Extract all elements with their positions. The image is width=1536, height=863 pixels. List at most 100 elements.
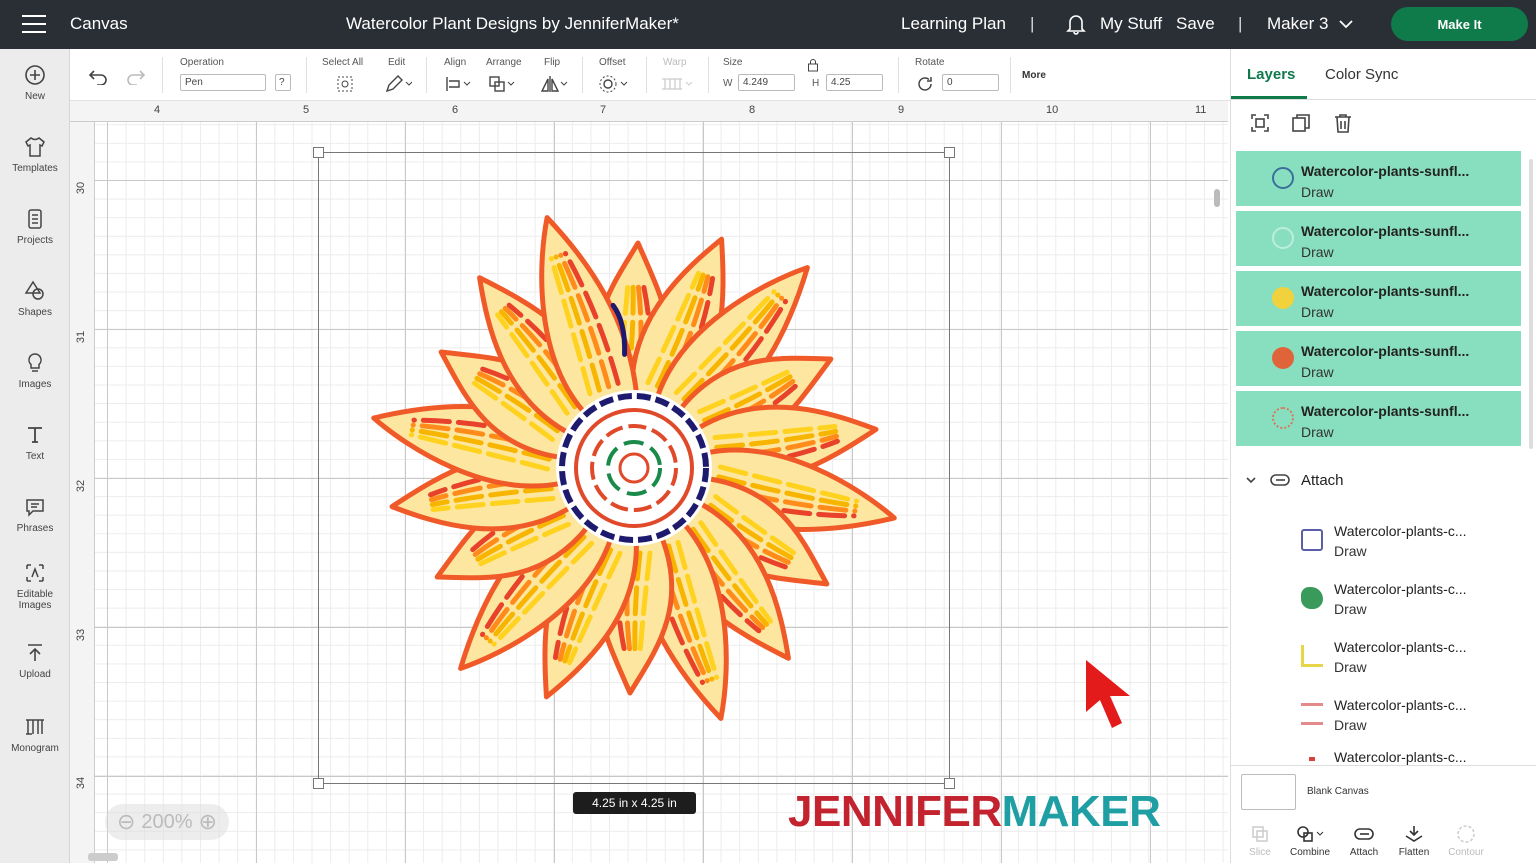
flip-label: Flip [544,57,561,68]
nav-projects[interactable]: Projects [0,207,70,246]
layer-item[interactable]: Watercolor-plants-c... Draw [1231,631,1531,689]
rotate-input[interactable]: 0 [942,74,999,91]
flatten-button[interactable]: Flatten [1389,824,1439,858]
nav-new[interactable]: New [0,63,70,102]
pencil-icon[interactable] [384,74,412,94]
nav-label: Phrases [16,523,54,534]
flip-icon[interactable] [540,74,568,94]
offset-label: Offset [599,57,626,68]
plus-circle-icon [25,65,45,85]
nav-monogram[interactable]: Monogram [0,715,70,754]
nav-editable-images[interactable]: Editable Images [0,561,70,611]
blank-canvas-swatch[interactable] [1241,774,1296,810]
align-icon[interactable] [444,74,472,94]
ruler-tick: 10 [1046,104,1059,116]
nav-templates[interactable]: Templates [0,135,70,174]
more-menu[interactable]: More [1022,70,1046,81]
save-button[interactable]: Save [1176,14,1215,34]
chevron-down-icon[interactable] [1338,16,1354,32]
nav-upload[interactable]: Upload [0,641,70,680]
select-all-icon[interactable] [335,74,355,94]
layer-item[interactable]: Watercolor-plants-c... Draw [1231,689,1531,747]
layer-item[interactable]: Watercolor-plants-c... Draw [1231,515,1531,573]
layer-name: Watercolor-plants-c... [1334,639,1467,655]
nav-phrases[interactable]: Phrases [0,495,70,534]
layer-item[interactable]: Watercolor-plants-c... Draw [1231,573,1531,631]
warp-icon [662,78,693,90]
zoom-control[interactable]: ⊖ 200% ⊕ [105,804,229,840]
vertical-scrollbar[interactable] [1214,189,1220,207]
layer-thumbnail [1309,757,1315,761]
selection-box[interactable] [313,147,955,789]
attach-group[interactable]: Attach [1231,467,1531,497]
layer-item[interactable]: Watercolor-plants-sunfl... Draw [1236,211,1521,268]
panel-footer: Blank Canvas Slice Combine Attach Flatte… [1231,765,1536,863]
speech-bubble-icon [26,499,44,517]
layer-type: Draw [1301,424,1334,440]
toolbar-divider [582,57,583,93]
undo-icon[interactable] [88,69,108,85]
tab-color-sync[interactable]: Color Sync [1325,66,1398,83]
offset-icon[interactable] [598,74,630,94]
resize-handle[interactable] [313,147,324,158]
make-it-button[interactable]: Make It [1391,7,1528,41]
design-canvas[interactable]: 4 5 6 7 8 9 10 11 30 31 32 33 34 4.25 in… [70,101,1228,863]
rotate-icon[interactable] [915,74,935,94]
nav-shapes[interactable]: Shapes [0,279,70,318]
attach-icon [1354,828,1374,840]
redo-icon[interactable] [126,69,146,85]
layer-name: Watercolor-plants-sunfl... [1301,403,1470,419]
width-input[interactable]: 4.249 [738,74,795,91]
resize-handle[interactable] [944,147,955,158]
layer-item[interactable]: Watercolor-plants-sunfl... Draw [1236,331,1521,388]
upload-icon [28,644,42,661]
panel-scrollbar[interactable] [1529,159,1533,449]
nav-text[interactable]: Text [0,423,70,462]
shapes-icon [24,280,44,300]
attach-button[interactable]: Attach [1339,824,1389,858]
menu-icon[interactable] [22,15,46,33]
layers-panel: Layers Color Sync Watercolor-plants-sunf… [1230,49,1536,863]
layer-item[interactable]: Watercolor-plants-sunfl... Draw [1236,271,1521,328]
layer-name: Watercolor-plants-c... [1334,523,1467,539]
top-bar: Canvas Watercolor Plant Designs by Jenni… [0,0,1536,49]
trash-icon[interactable] [1332,112,1354,134]
brand-watermark: JENNIFERMAKER [788,787,1161,837]
operation-select[interactable]: Pen [180,74,266,91]
help-button[interactable]: ? [275,74,291,91]
height-input[interactable]: 4.25 [826,74,883,91]
zoom-in-icon[interactable]: ⊕ [199,809,217,835]
lock-icon[interactable] [807,58,819,72]
zoom-out-icon[interactable]: ⊖ [117,809,135,835]
tab-layers[interactable]: Layers [1247,66,1295,83]
layer-item[interactable]: Watercolor-plants-sunfl... Draw [1236,391,1521,448]
contour-button: Contour [1441,824,1491,858]
nav-images[interactable]: Images [0,351,70,390]
horizontal-ruler: 4 5 6 7 8 9 10 11 [70,101,1228,122]
toolbar-divider [708,57,709,93]
learning-plan-link[interactable]: Learning Plan [901,14,1006,34]
nav-label: Editable [16,589,54,600]
layer-type: Draw [1301,244,1334,260]
bell-icon[interactable] [1066,13,1086,35]
tab-divider [1231,99,1536,100]
group-icon[interactable] [1249,112,1271,134]
group-label: Attach [1301,472,1344,489]
slice-button: Slice [1235,824,1285,858]
machine-selector[interactable]: Maker 3 [1267,14,1328,34]
resize-handle[interactable] [313,778,324,789]
arrange-icon[interactable] [488,74,516,94]
layer-thumbnail [1301,645,1323,667]
layer-item[interactable]: Watercolor-plants-sunfl... Draw [1236,151,1521,208]
layer-type: Draw [1334,659,1367,675]
ruler-tick: 32 [75,479,88,493]
combine-button[interactable]: Combine [1285,824,1335,858]
nav-label: Text [25,451,45,462]
duplicate-icon[interactable] [1290,112,1312,134]
layer-item[interactable]: Watercolor-plants-c... [1231,747,1531,765]
chevron-down-icon[interactable] [1245,474,1257,486]
my-stuff-link[interactable]: My Stuff [1100,14,1162,34]
nav-label: Shapes [18,307,52,318]
app-label: Canvas [70,14,128,33]
horizontal-scrollbar[interactable] [88,853,118,861]
